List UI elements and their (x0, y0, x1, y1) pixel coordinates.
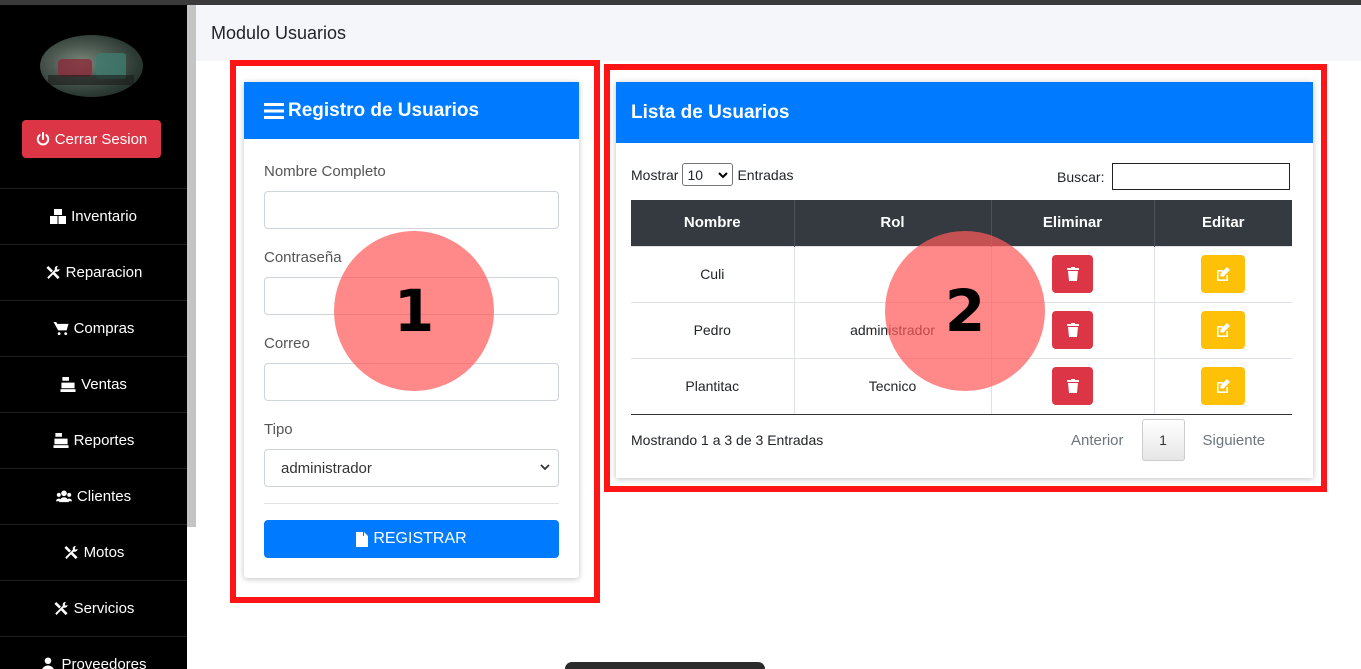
logout-button[interactable]: Cerrar Sesion (22, 120, 161, 158)
sidebar-item-label: Compras (73, 320, 135, 337)
sidebar-item-label: Clientes (76, 488, 132, 505)
cart-icon (53, 321, 69, 336)
sidebar-item-clientes[interactable]: Clientes (0, 468, 187, 524)
user-tie-icon (42, 657, 55, 669)
sidebar-item-ventas[interactable]: Ventas (0, 356, 187, 412)
sidebar: Cerrar Sesion Inventario Reparacion Comp… (0, 5, 187, 669)
sidebar-item-label: Servicios (73, 600, 135, 617)
annotation-marker-1: 1 (334, 231, 494, 391)
power-icon (36, 132, 49, 146)
sidebar-item-compras[interactable]: Compras (0, 300, 187, 356)
sidebar-item-label: Motos (83, 544, 125, 561)
sidebar-item-inventario[interactable]: Inventario (0, 188, 187, 244)
sidebar-item-label: Inventario (71, 208, 137, 225)
sidebar-item-label: Proveedores (61, 656, 147, 669)
tools-icon (54, 601, 68, 616)
users-icon (55, 490, 72, 503)
bottom-bar (565, 662, 765, 669)
cash-register-icon (60, 377, 76, 392)
sidebar-item-label: Reparacion (65, 264, 143, 281)
avatar (40, 35, 143, 97)
sidebar-nav: Inventario Reparacion Compras Ventas Rep… (0, 188, 187, 669)
tools-icon (64, 545, 78, 560)
sidebar-item-proveedores[interactable]: Proveedores (0, 636, 187, 669)
boxes-icon (50, 209, 67, 224)
annotation-marker-2: 2 (885, 231, 1045, 391)
tools-icon (46, 265, 60, 280)
cash-register-icon (53, 433, 69, 448)
sidebar-item-label: Ventas (81, 376, 127, 393)
sidebar-item-reparacion[interactable]: Reparacion (0, 244, 187, 300)
page-title: Modulo Usuarios (211, 23, 347, 43)
sidebar-item-reportes[interactable]: Reportes (0, 412, 187, 468)
page-header: Modulo Usuarios (196, 5, 1361, 61)
sidebar-item-motos[interactable]: Motos (0, 524, 187, 580)
sidebar-scrollbar[interactable] (187, 5, 196, 527)
logout-label: Cerrar Sesion (54, 130, 148, 148)
sidebar-item-servicios[interactable]: Servicios (0, 580, 187, 636)
sidebar-item-label: Reportes (73, 432, 135, 449)
